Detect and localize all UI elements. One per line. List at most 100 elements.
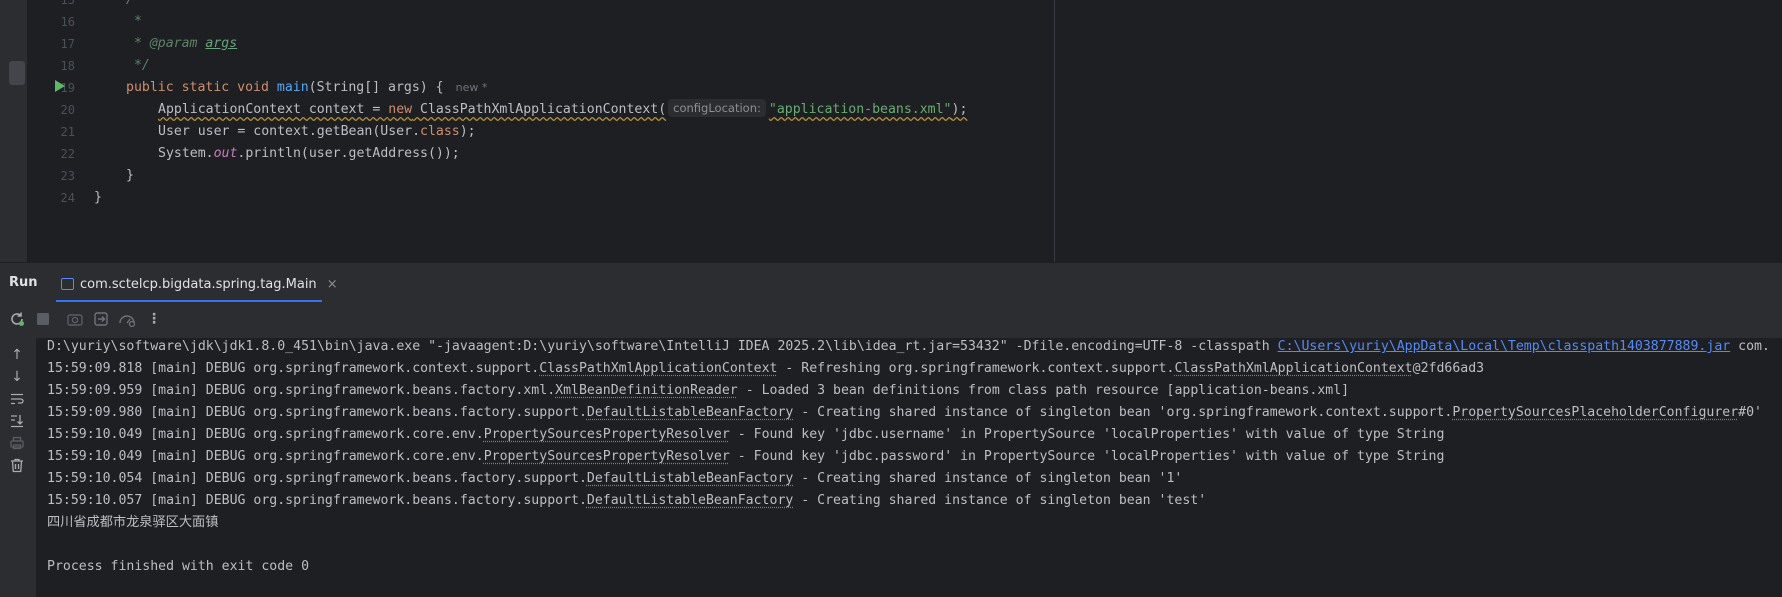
log-line: 15:59:10.049 [main] DEBUG org.springfram…	[47, 446, 1444, 468]
line-number: 22	[60, 147, 75, 161]
keyword: new	[388, 102, 413, 117]
class-link[interactable]: PropertySourcesPropertyResolver	[484, 427, 730, 442]
line-number: 23	[60, 169, 75, 183]
log-text: 15:59:10.054 [main] DEBUG org.springfram…	[47, 471, 587, 486]
code-line-23: }	[126, 165, 134, 187]
keyword: class	[420, 124, 460, 139]
comment-text: /**	[126, 0, 150, 7]
stop-icon[interactable]	[34, 310, 52, 328]
comment-text: */	[126, 58, 150, 73]
code-text: ClassPathXmlApplicationContext(	[412, 102, 667, 117]
class-link[interactable]: XmlBeanDefinitionReader	[555, 383, 738, 398]
code-text: );	[951, 102, 968, 117]
log-text: - Creating shared instance of singleton …	[793, 471, 1183, 486]
console-command-line: D:\yuriy\software\jdk\jdk1.8.0_451\bin\j…	[47, 338, 1770, 358]
arrow-down-icon[interactable]: ↓	[8, 368, 26, 386]
code-line-22: System.out.println(user.getAddress());	[158, 143, 460, 165]
log-line: 15:59:09.980 [main] DEBUG org.springfram…	[47, 402, 1762, 424]
console-side-toolbar: ↑ ↓	[0, 338, 36, 597]
code-area[interactable]: /** * * @param args */ public static voi…	[94, 0, 1782, 262]
code-text: );	[459, 124, 476, 139]
command-text: com.	[1730, 339, 1770, 354]
line-number: 17	[60, 37, 75, 51]
run-toolbar: ⋮	[0, 302, 1782, 338]
author-hint[interactable]: new *	[456, 81, 488, 94]
right-margin-guide	[1054, 0, 1055, 262]
class-link[interactable]: DefaultListableBeanFactory	[587, 405, 793, 420]
program-output: 四川省成都市龙泉驿区大面镇	[47, 515, 219, 530]
log-text: - Creating shared instance of singleton …	[793, 493, 1207, 508]
comment-text: *	[126, 14, 142, 29]
code-line-15: /**	[126, 0, 150, 11]
code-editor[interactable]: 15 16 17 18 19 20 21 22 23 24 /** * * @p…	[0, 0, 1782, 262]
exit-message: Process finished with exit code 0	[47, 559, 310, 574]
class-link[interactable]: DefaultListableBeanFactory	[587, 493, 793, 508]
line-number: 20	[60, 103, 75, 117]
code-line-16: *	[126, 11, 142, 33]
line-number: 24	[60, 191, 75, 205]
log-text: #0'	[1738, 405, 1762, 420]
run-panel-title: Run	[9, 275, 38, 290]
line-number: 18	[60, 59, 75, 73]
code-text: }	[126, 168, 134, 183]
code-line-21: User user = context.getBean(User.class);	[158, 121, 476, 143]
line-number: 16	[60, 15, 75, 29]
log-text: 15:59:09.980 [main] DEBUG org.springfram…	[47, 405, 587, 420]
code-text: User user = context.getBean(User.	[158, 124, 421, 139]
print-icon[interactable]	[8, 434, 26, 452]
class-link[interactable]: ClassPathXmlApplicationContext	[539, 361, 777, 376]
export-icon[interactable]	[92, 310, 110, 328]
class-link[interactable]: PropertySourcesPlaceholderConfigurer	[1452, 405, 1738, 420]
parameter-hint: configLocation:	[668, 99, 766, 117]
log-line: 15:59:09.959 [main] DEBUG org.springfram…	[47, 380, 1349, 402]
run-config-tab-label: com.sctelcp.bigdata.spring.tag.Main	[80, 276, 317, 292]
log-text: - Loaded 3 bean definitions from class p…	[737, 383, 1350, 398]
log-text: - Refreshing org.springframework.context…	[777, 361, 1175, 376]
method-name: main	[276, 80, 309, 95]
log-text: - Found key 'jdbc.username' in PropertyS…	[729, 427, 1445, 442]
soft-wrap-icon[interactable]	[8, 390, 26, 408]
log-line: 15:59:10.054 [main] DEBUG org.springfram…	[47, 468, 1182, 490]
run-main-icon[interactable]	[55, 80, 65, 92]
code-text: System.	[158, 146, 214, 161]
code-text: }	[94, 190, 102, 205]
run-tool-window-header: Run com.sctelcp.bigdata.spring.tag.Main …	[0, 262, 1782, 303]
classpath-link[interactable]: C:\Users\yuriy\AppData\Local\Temp\classp…	[1278, 339, 1731, 354]
code-line-20: ApplicationContext context = new ClassPa…	[158, 99, 967, 121]
trash-icon[interactable]	[8, 456, 26, 474]
code-line-24: }	[94, 187, 102, 209]
static-field: out	[213, 146, 238, 161]
log-line: 15:59:10.057 [main] DEBUG org.springfram…	[47, 490, 1206, 512]
log-text: 15:59:09.959 [main] DEBUG org.springfram…	[47, 383, 556, 398]
command-text: D:\yuriy\software\jdk\jdk1.8.0_451\bin\j…	[47, 339, 1278, 354]
string-literal: "application-beans.xml"	[768, 102, 952, 117]
class-link[interactable]: DefaultListableBeanFactory	[587, 471, 793, 486]
speed-icon[interactable]	[118, 310, 136, 328]
code-text: .println(user.getAddress());	[237, 146, 460, 161]
close-icon[interactable]: ×	[327, 277, 338, 292]
arrow-up-icon[interactable]: ↑	[8, 346, 26, 364]
code-line-18: */	[126, 55, 150, 77]
log-text: - Creating shared instance of singleton …	[793, 405, 1453, 420]
class-link[interactable]: ClassPathXmlApplicationContext	[1174, 361, 1412, 376]
class-link[interactable]: PropertySourcesPropertyResolver	[484, 449, 730, 464]
code-line-17: * @param args	[126, 33, 237, 55]
method-signature: (String[] args) {	[308, 80, 444, 95]
keywords: public static void	[126, 80, 269, 95]
log-text: 15:59:10.049 [main] DEBUG org.springfram…	[47, 449, 484, 464]
run-config-tab[interactable]: com.sctelcp.bigdata.spring.tag.Main ×	[61, 269, 338, 299]
code-line-19: public static void main(String[] args) {…	[126, 77, 487, 99]
log-line: 15:59:10.049 [main] DEBUG org.springfram…	[47, 424, 1444, 446]
log-text: 15:59:09.818 [main] DEBUG org.springfram…	[47, 361, 540, 376]
rerun-icon[interactable]	[8, 310, 26, 328]
camera-icon[interactable]	[66, 310, 84, 328]
log-text: 15:59:10.057 [main] DEBUG org.springfram…	[47, 493, 587, 508]
line-number: 21	[60, 125, 75, 139]
log-text: @2fd66ad3	[1412, 361, 1485, 376]
console-output[interactable]: D:\yuriy\software\jdk\jdk1.8.0_451\bin\j…	[36, 338, 1782, 597]
scroll-to-end-icon[interactable]	[8, 412, 26, 430]
log-text: - Found key 'jdbc.password' in PropertyS…	[729, 449, 1445, 464]
log-line: 15:59:09.818 [main] DEBUG org.springfram…	[47, 358, 1484, 380]
line-number-gutter: 15 16 17 18 19 20 21 22 23 24	[27, 0, 91, 262]
more-icon[interactable]: ⋮	[145, 310, 163, 328]
